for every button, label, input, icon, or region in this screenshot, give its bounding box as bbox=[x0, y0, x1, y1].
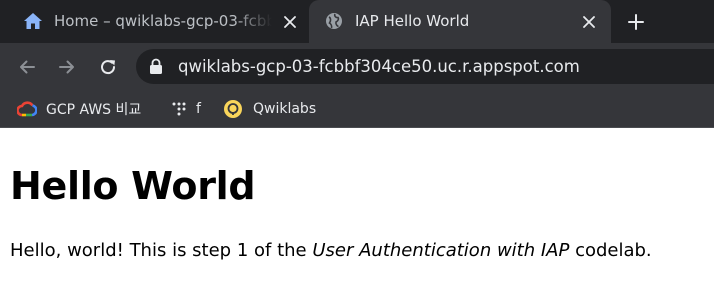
bookmark-label: GCP AWS 비교 bbox=[46, 101, 142, 118]
close-tab-icon[interactable] bbox=[280, 12, 299, 31]
tab-title: Home – qwiklabs-gcp-03-fcbbf304ce50 bbox=[54, 12, 272, 30]
page-content: Hello World Hello, world! This is step 1… bbox=[0, 129, 714, 301]
tab-home[interactable]: Home – qwiklabs-gcp-03-fcbbf304ce50 bbox=[8, 0, 308, 43]
globe-icon bbox=[324, 11, 344, 31]
page-paragraph: Hello, world! This is step 1 of the User… bbox=[10, 240, 652, 261]
bookmark-f[interactable]: f bbox=[169, 90, 201, 127]
tab-title: IAP Hello World bbox=[355, 12, 470, 30]
reload-button[interactable] bbox=[95, 54, 121, 80]
bookmark-qwiklabs[interactable]: Qwiklabs bbox=[223, 90, 316, 127]
tab-iap-hello-world[interactable]: IAP Hello World bbox=[309, 0, 611, 43]
bookmark-label: f bbox=[196, 100, 201, 117]
close-tab-icon[interactable] bbox=[579, 12, 598, 31]
qwiklabs-icon bbox=[223, 99, 243, 119]
new-tab-button[interactable] bbox=[624, 10, 648, 34]
lock-icon[interactable] bbox=[149, 58, 163, 75]
google-cloud-icon bbox=[17, 99, 37, 119]
url-text[interactable]: qwiklabs-gcp-03-fcbbf304ce50.uc.r.appspo… bbox=[178, 49, 580, 84]
browser-toolbar: qwiklabs-gcp-03-fcbbf304ce50.uc.r.appspo… bbox=[0, 43, 714, 90]
paragraph-text: Hello, world! This is step 1 of the bbox=[10, 240, 313, 261]
page-heading: Hello World bbox=[10, 164, 256, 208]
back-button[interactable] bbox=[14, 54, 40, 80]
bookmark-label: Qwiklabs bbox=[253, 100, 317, 117]
forward-button[interactable] bbox=[54, 54, 80, 80]
paragraph-text-end: codelab. bbox=[569, 240, 652, 261]
dots-grid-icon bbox=[169, 99, 189, 119]
bookmarks-bar: GCP AWS 비교 f Qwiklabs bbox=[0, 90, 714, 128]
home-icon bbox=[23, 11, 43, 31]
codelab-name: User Authentication with IAP bbox=[312, 240, 570, 261]
bookmark-gcp-aws[interactable]: GCP AWS 비교 bbox=[17, 90, 141, 127]
tab-strip: Home – qwiklabs-gcp-03-fcbbf304ce50 IAP … bbox=[0, 0, 714, 43]
address-bar[interactable]: qwiklabs-gcp-03-fcbbf304ce50.uc.r.appspo… bbox=[136, 49, 714, 84]
